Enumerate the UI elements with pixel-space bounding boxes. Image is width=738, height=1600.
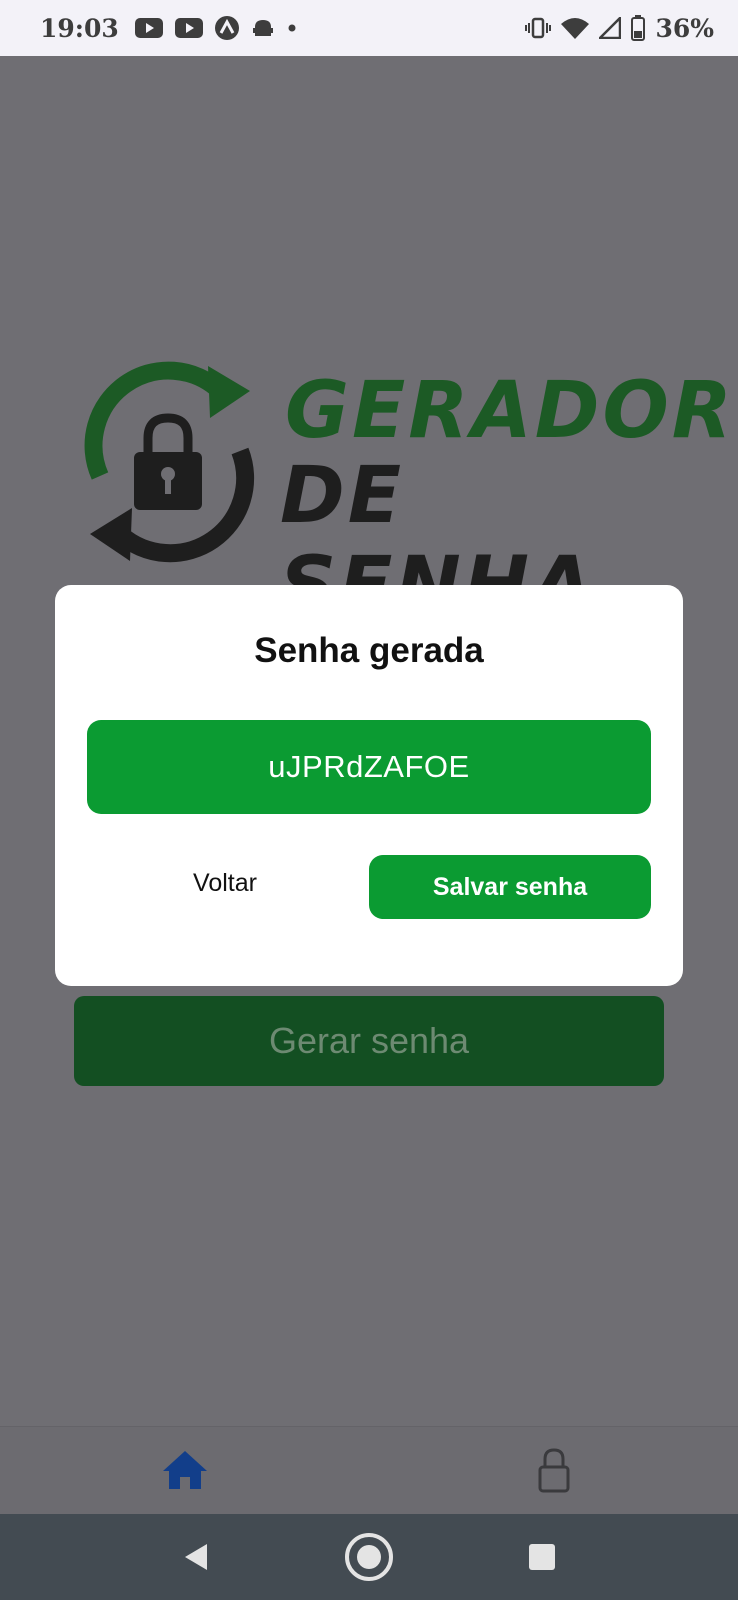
tab-home[interactable]: [155, 1445, 215, 1495]
app-icon: [214, 16, 239, 40]
system-icons: 36%: [525, 14, 714, 43]
vibrate-icon: [525, 17, 552, 39]
home-circle-icon: [344, 1533, 393, 1581]
nav-recents-button[interactable]: [512, 1527, 572, 1587]
generate-password-button[interactable]: Gerar senha: [74, 996, 664, 1086]
battery-percent: 36%: [655, 13, 714, 43]
android-icon: [251, 16, 275, 40]
dot-icon: [287, 23, 297, 33]
youtube-icon: [174, 18, 203, 38]
system-nav-bar: [0, 1514, 738, 1600]
refresh-lock-icon: [84, 361, 255, 563]
app-logo: GERADOR DE SENHA: [70, 356, 732, 631]
logo-text-line1: GERADOR: [285, 366, 735, 456]
youtube-icon: [134, 18, 163, 38]
generated-password-dialog: Senha gerada uJPRdZAFOE Voltar Salvar se…: [55, 585, 683, 986]
save-password-button[interactable]: Salvar senha: [369, 855, 651, 919]
battery-icon: [631, 15, 646, 41]
back-triangle-icon: [185, 1544, 208, 1570]
tab-saved-passwords[interactable]: [524, 1445, 584, 1495]
dialog-title: Senha gerada: [254, 631, 484, 670]
status-bar: 19:03 36%: [0, 0, 738, 56]
nav-home-button[interactable]: [339, 1527, 399, 1587]
status-time: 19:03: [40, 13, 119, 43]
back-button[interactable]: Voltar: [165, 851, 285, 915]
recents-square-icon: [528, 1544, 555, 1570]
wifi-icon: [561, 17, 590, 39]
bottom-tab-bar: [0, 1426, 738, 1515]
signal-icon: [599, 17, 622, 39]
home-icon: [163, 1451, 207, 1489]
lock-icon: [538, 1448, 570, 1493]
notification-icons: [134, 16, 297, 40]
generated-password[interactable]: uJPRdZAFOE: [87, 720, 651, 814]
nav-back-button[interactable]: [166, 1527, 226, 1587]
